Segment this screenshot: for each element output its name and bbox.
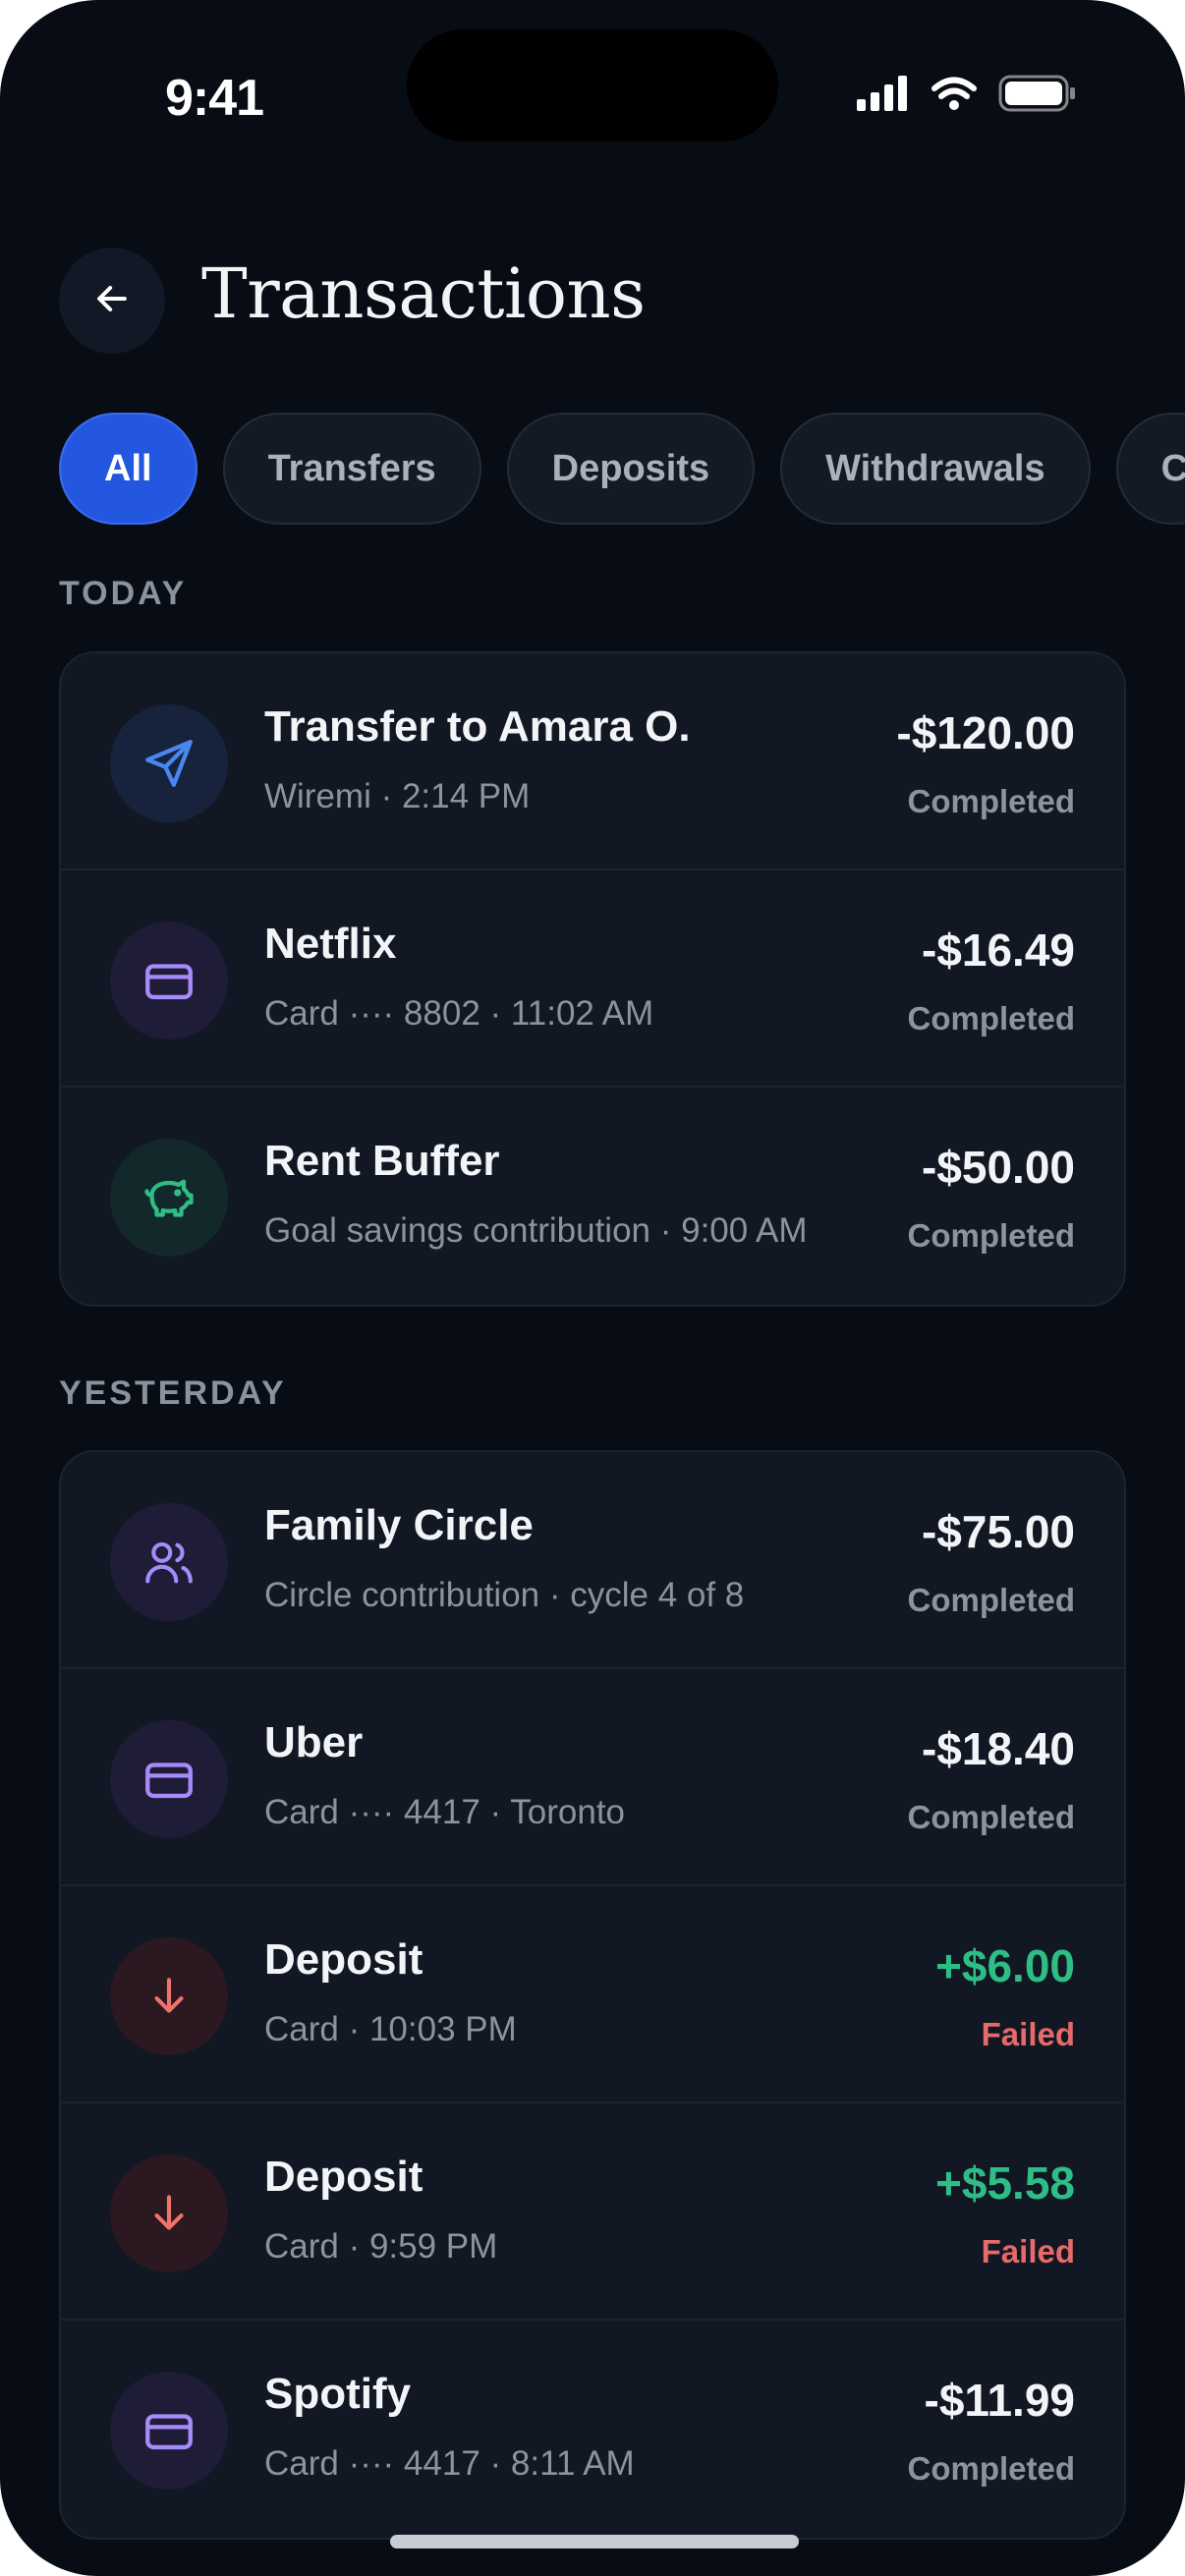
transaction-title: Deposit <box>264 2153 423 2201</box>
signal-icon <box>857 76 910 116</box>
phone-screen: 9:41 Transactions All Transfers Deposits… <box>0 0 1185 2576</box>
page-title: Transactions <box>201 253 646 334</box>
transaction-amount: +$6.00 <box>935 1940 1075 1991</box>
transaction-subtitle: Card ···· 4417 · 8:11 AM <box>264 2444 635 2483</box>
filter-chips: All Transfers Deposits Withdrawals C <box>59 413 1185 525</box>
section-label-today: TODAY <box>59 575 188 612</box>
transaction-row[interactable]: Rent Buffer Goal savings contribution · … <box>61 1088 1124 1305</box>
filter-chip-deposits[interactable]: Deposits <box>506 413 756 525</box>
transaction-amount: -$50.00 <box>921 1142 1075 1193</box>
wifi-icon <box>931 76 977 116</box>
transaction-row[interactable]: Spotify Card ···· 4417 · 8:11 AM -$11.99… <box>61 2321 1124 2538</box>
transaction-row[interactable]: Deposit Card · 9:59 PM +$5.58 Failed <box>61 2103 1124 2321</box>
filter-chip-more[interactable]: C <box>1115 413 1185 525</box>
transaction-subtitle: Card · 9:59 PM <box>264 2227 498 2266</box>
transaction-amount: -$75.00 <box>921 1506 1075 1557</box>
transaction-subtitle: Card ···· 4417 · Toronto <box>264 1793 626 1831</box>
arrow-left-icon <box>90 277 134 325</box>
transaction-row[interactable]: Deposit Card · 10:03 PM +$6.00 Failed <box>61 1886 1124 2103</box>
users-icon <box>110 1503 228 1621</box>
transaction-title: Spotify <box>264 2370 412 2418</box>
transaction-subtitle: Goal savings contribution · 9:00 AM <box>264 1211 808 1250</box>
transaction-row[interactable]: Netflix Card ···· 8802 · 11:02 AM -$16.4… <box>61 870 1124 1088</box>
transaction-amount: -$120.00 <box>896 707 1075 758</box>
filter-chip-transfers[interactable]: Transfers <box>222 413 481 525</box>
transaction-title: Netflix <box>264 920 397 968</box>
transaction-status: Completed <box>907 1582 1075 1618</box>
transaction-status: Completed <box>907 1217 1075 1254</box>
filter-chip-all[interactable]: All <box>59 413 198 525</box>
transaction-group-yesterday: Family Circle Circle contribution · cycl… <box>59 1450 1126 2540</box>
card-icon <box>110 1720 228 1838</box>
transaction-status: Completed <box>907 2450 1075 2487</box>
transaction-group-today: Transfer to Amara O. Wiremi · 2:14 PM -$… <box>59 651 1126 1307</box>
transaction-title: Uber <box>264 1718 364 1766</box>
arrow-down-icon <box>110 2155 228 2272</box>
send-icon <box>110 704 228 822</box>
status-icons <box>857 75 1077 117</box>
transaction-subtitle: Circle contribution · cycle 4 of 8 <box>264 1576 745 1614</box>
transaction-status: Completed <box>907 1000 1075 1036</box>
transaction-amount: +$5.58 <box>935 2157 1075 2209</box>
transaction-row[interactable]: Transfer to Amara O. Wiremi · 2:14 PM -$… <box>61 653 1124 870</box>
transaction-amount: -$11.99 <box>924 2375 1075 2426</box>
home-indicator[interactable] <box>390 2535 799 2548</box>
transaction-title: Deposit <box>264 1935 423 1984</box>
card-icon <box>110 2372 228 2490</box>
transaction-amount: -$16.49 <box>921 924 1075 976</box>
transaction-title: Rent Buffer <box>264 1137 500 1185</box>
transaction-status: Failed <box>981 2016 1075 2052</box>
battery-icon <box>998 75 1077 117</box>
transaction-row[interactable]: Uber Card ···· 4417 · Toronto -$18.40 Co… <box>61 1669 1124 1886</box>
transaction-status: Completed <box>907 783 1075 819</box>
section-label-yesterday: YESTERDAY <box>59 1374 287 1412</box>
transaction-row[interactable]: Family Circle Circle contribution · cycl… <box>61 1452 1124 1669</box>
transaction-subtitle: Card ···· 8802 · 11:02 AM <box>264 994 654 1033</box>
transaction-subtitle: Card · 10:03 PM <box>264 2010 517 2048</box>
transaction-status: Completed <box>907 1799 1075 1835</box>
transaction-title: Family Circle <box>264 1501 534 1549</box>
card-icon <box>110 922 228 1039</box>
arrow-down-icon <box>110 1937 228 2055</box>
transaction-subtitle: Wiremi · 2:14 PM <box>264 777 531 815</box>
piggy-bank-icon <box>110 1139 228 1257</box>
status-time: 9:41 <box>165 70 264 127</box>
transaction-amount: -$18.40 <box>921 1723 1075 1774</box>
filter-chip-withdrawals[interactable]: Withdrawals <box>780 413 1091 525</box>
back-button[interactable] <box>59 248 165 354</box>
dynamic-island <box>407 29 778 141</box>
transaction-status: Failed <box>981 2233 1075 2269</box>
transaction-title: Transfer to Amara O. <box>264 702 691 751</box>
